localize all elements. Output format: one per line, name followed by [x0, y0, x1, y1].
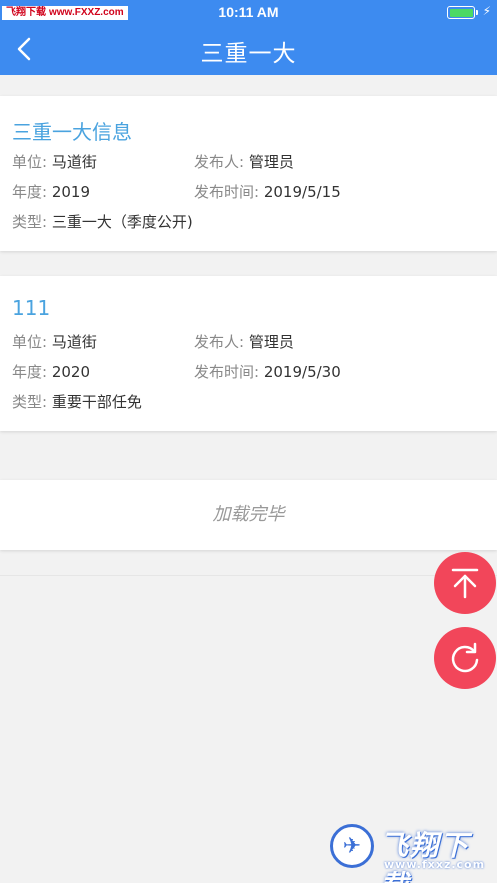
record-year: 年度: 2019: [12, 181, 90, 202]
record-unit: 单位: 马道街: [12, 151, 97, 172]
record-publisher: 发布人: 管理员: [194, 331, 294, 352]
publish-time-value: 2019/5/30: [263, 363, 341, 381]
refresh-button[interactable]: [434, 627, 496, 689]
publish-time-value: 2019/5/15: [263, 183, 341, 201]
year-label: 年度:: [12, 363, 48, 381]
load-complete-footer: 加载完毕: [0, 480, 497, 550]
publisher-label: 发布人:: [194, 333, 245, 351]
scroll-to-top-button[interactable]: [434, 552, 496, 614]
record-title: 三重一大信息: [12, 120, 132, 144]
logo-emblem-icon: ✈: [330, 824, 374, 868]
record-type: 类型: 重要干部任免: [12, 391, 142, 412]
battery-icon: [447, 6, 478, 19]
status-bar: 飞翔下载 www.FXXZ.com 10:11 AM ⚡: [0, 0, 497, 26]
year-value: 2020: [51, 363, 91, 381]
publisher-value: 管理员: [248, 153, 294, 171]
year-label: 年度:: [12, 183, 48, 201]
unit-label: 单位:: [12, 153, 48, 171]
record-publish-time: 发布时间: 2019/5/15: [194, 181, 341, 202]
watermark-logo: ✈ 飞翔下载 www.fxxz.com: [330, 822, 490, 883]
record-card[interactable]: 三重一大信息 单位: 马道街 发布人: 管理员 年度: 2019 发布时间: 2…: [0, 96, 497, 251]
publish-time-label: 发布时间:: [194, 183, 260, 201]
publish-time-label: 发布时间:: [194, 363, 260, 381]
scroll-to-top-icon: [451, 568, 479, 599]
status-time: 10:11 AM: [218, 4, 279, 20]
divider: [0, 575, 497, 576]
record-unit: 单位: 马道街: [12, 331, 97, 352]
page-title: 三重一大: [200, 41, 297, 67]
type-value: 三重一大（季度公开): [51, 213, 193, 231]
type-label: 类型:: [12, 213, 48, 231]
refresh-icon: [451, 642, 479, 673]
record-publisher: 发布人: 管理员: [194, 151, 294, 172]
unit-value: 马道街: [51, 333, 97, 351]
type-value: 重要干部任免: [51, 393, 142, 411]
record-type: 类型: 三重一大（季度公开): [12, 211, 193, 232]
unit-value: 马道街: [51, 153, 97, 171]
logo-text: 飞翔下载: [380, 829, 471, 883]
charging-icon: ⚡: [482, 4, 491, 18]
record-year: 年度: 2020: [12, 361, 90, 382]
logo-url: www.fxxz.com: [384, 858, 486, 871]
publisher-value: 管理员: [248, 333, 294, 351]
record-card[interactable]: 111 单位: 马道街 发布人: 管理员 年度: 2020 发布时间: 2019…: [0, 276, 497, 431]
record-publish-time: 发布时间: 2019/5/30: [194, 361, 341, 382]
unit-label: 单位:: [12, 333, 48, 351]
record-title: 111: [12, 296, 51, 320]
type-label: 类型:: [12, 393, 48, 411]
year-value: 2019: [51, 183, 91, 201]
publisher-label: 发布人:: [194, 153, 245, 171]
nav-bar: 飞翔下载 www.FXXZ.com 10:11 AM ⚡ 三重一大: [0, 0, 497, 75]
